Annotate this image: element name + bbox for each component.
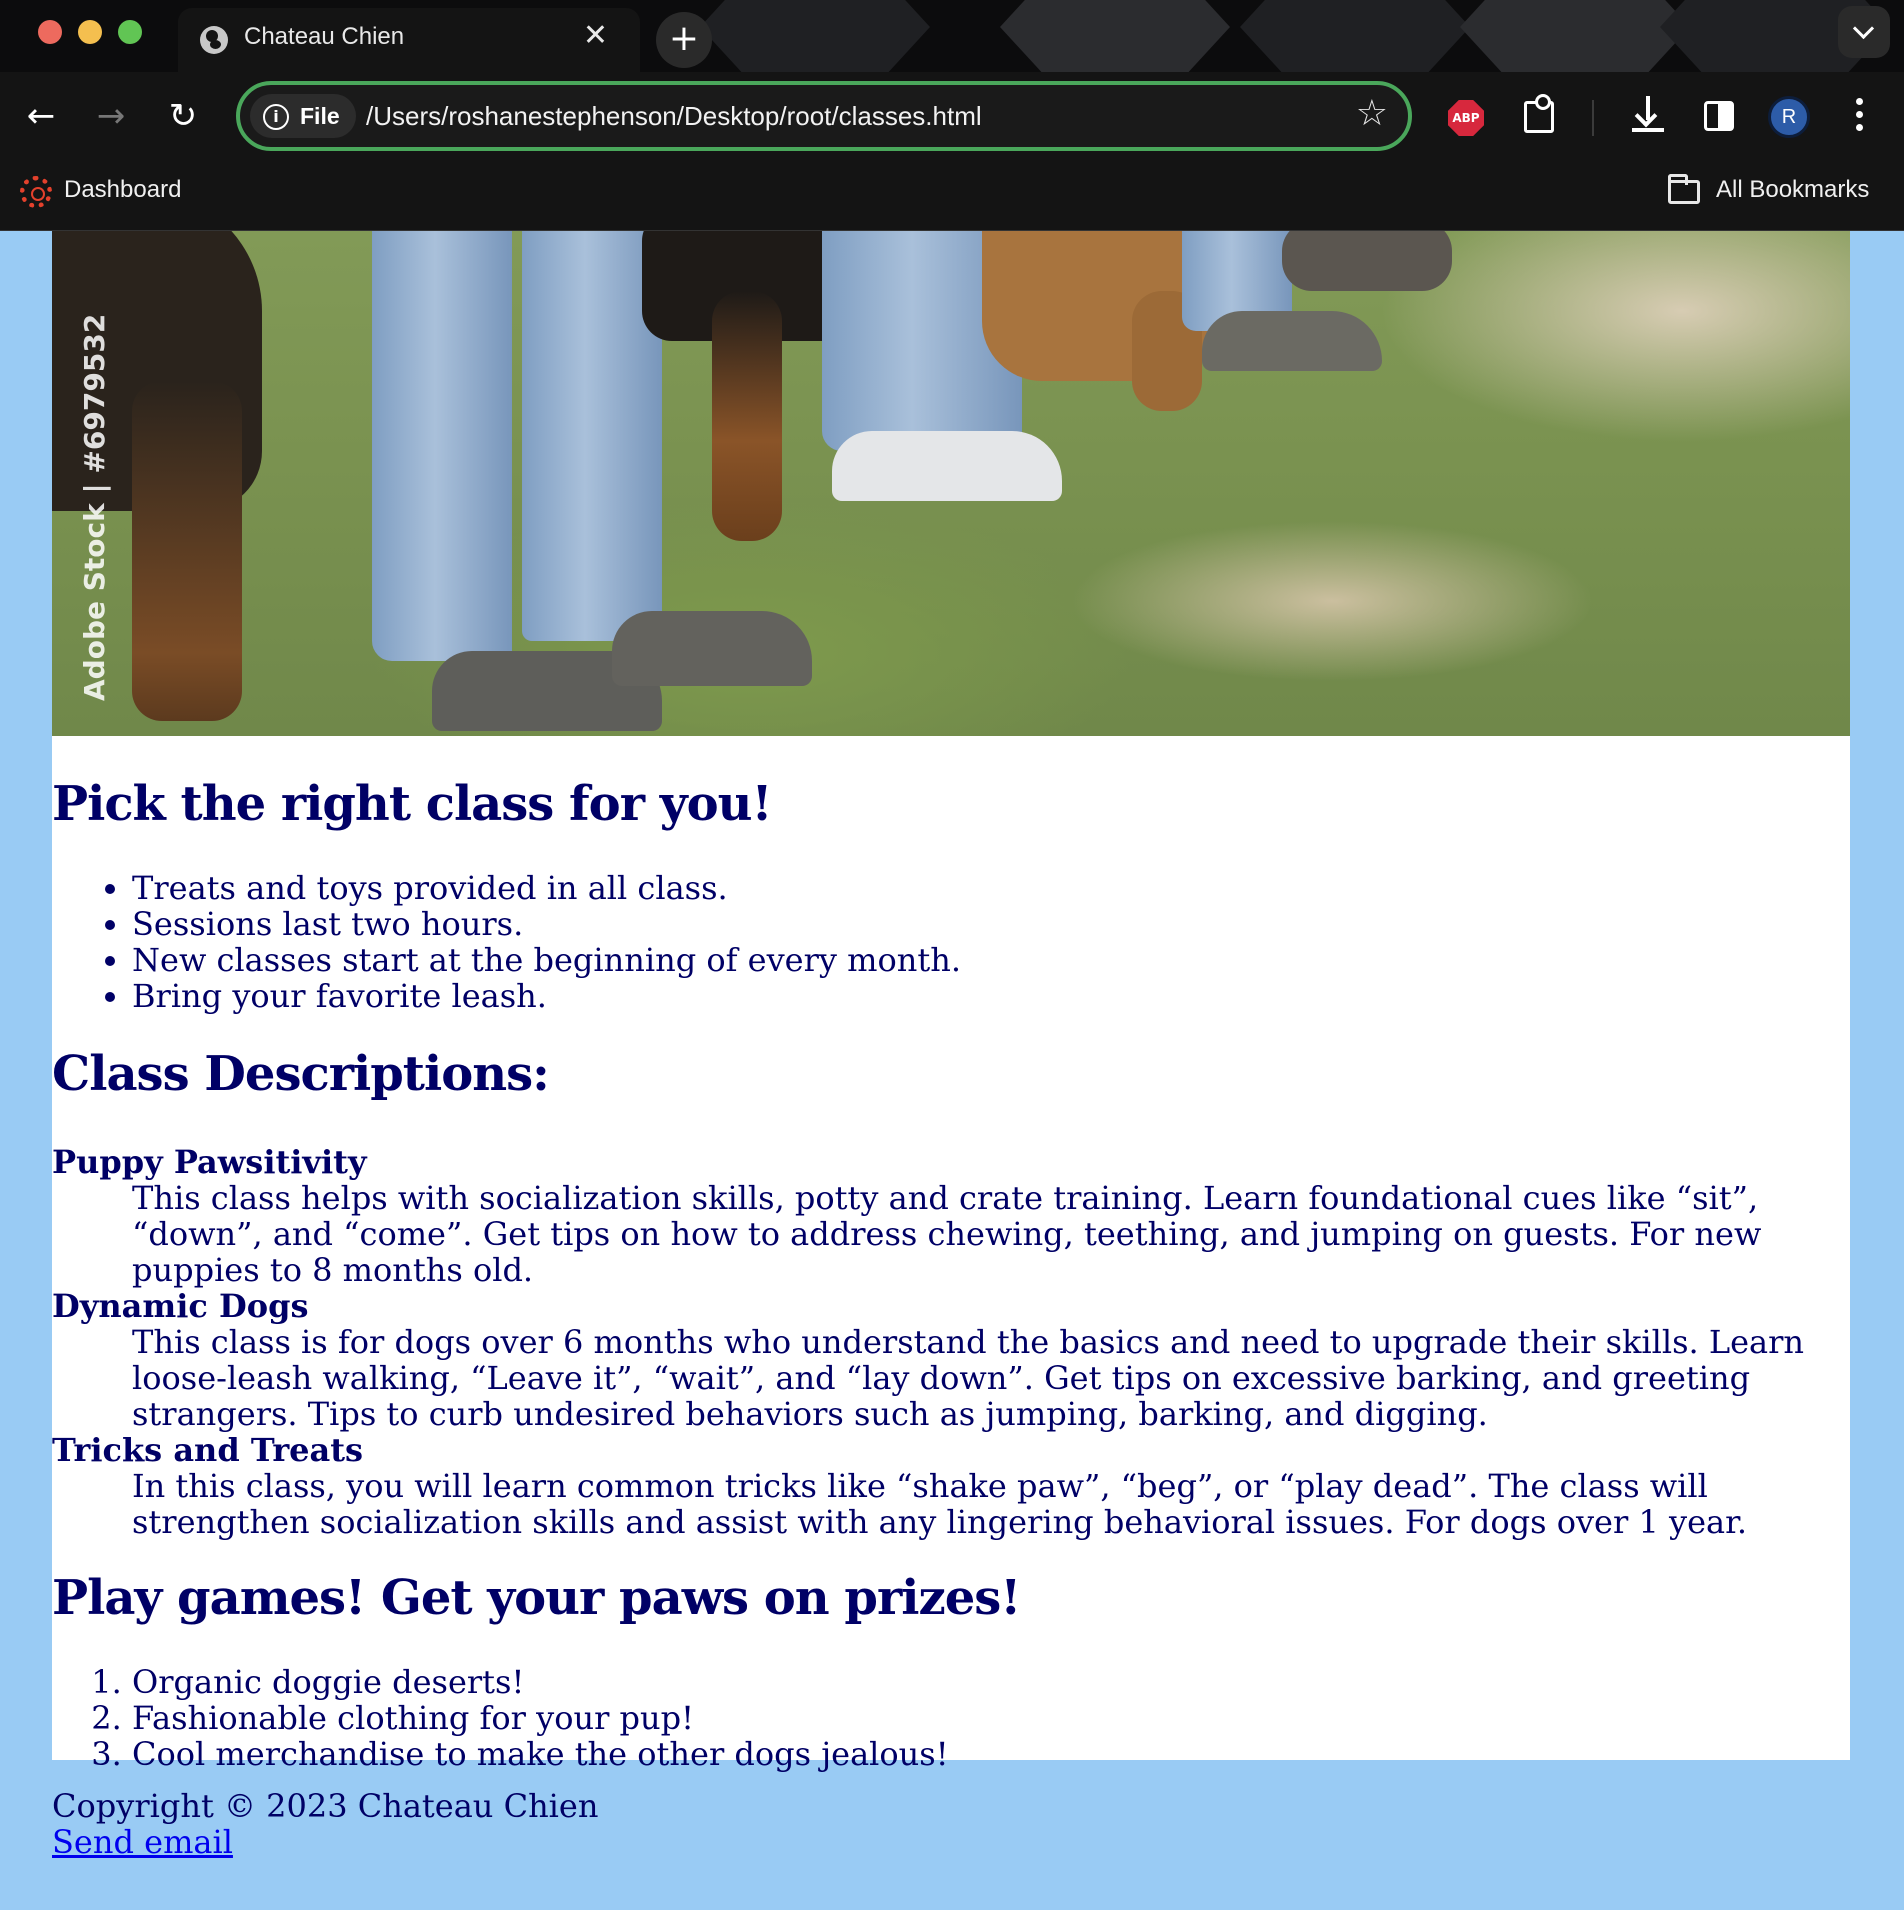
features-list: Treats and toys provided in all class. S… [52, 870, 1850, 1014]
send-email-link[interactable]: Send email [52, 1823, 233, 1861]
list-item: Organic doggie deserts! [132, 1664, 1850, 1700]
class-name: Dynamic Dogs [52, 1287, 309, 1325]
menu-kebab-icon[interactable] [1856, 98, 1864, 138]
heading-pick-class: Pick the right class for you! [52, 776, 773, 832]
canvas-logo-icon [20, 176, 52, 208]
class-description: This class helps with socialization skil… [132, 1179, 1762, 1289]
browser-chrome: Chateau Chien ✕ + ← → ↻ i File /Users/ro… [0, 0, 1904, 231]
list-item: Cool merchandise to make the other dogs … [132, 1736, 1850, 1772]
hero-image: Adobe Stock | #6979532 [52, 231, 1850, 736]
new-tab-button[interactable]: + [656, 12, 712, 68]
class-description: This class is for dogs over 6 months who… [132, 1323, 1805, 1433]
bookmark-star-icon[interactable]: ☆ [1356, 93, 1388, 134]
site-info-chip[interactable]: i File [250, 94, 356, 138]
tab-search-button[interactable] [1838, 6, 1890, 58]
reload-button[interactable]: ↻ [158, 92, 208, 142]
hero-dog-leg [132, 381, 242, 721]
heading-class-descriptions: Class Descriptions: [52, 1046, 550, 1102]
prizes-list: Organic doggie deserts! Fashionable clot… [52, 1664, 1850, 1772]
class-description-list: Puppy Pawsitivity This class helps with … [52, 1144, 1850, 1540]
hero-shoe [1202, 311, 1382, 371]
bookmark-dashboard[interactable]: Dashboard [64, 176, 181, 204]
class-description: In this class, you will learn common tri… [132, 1467, 1748, 1541]
hero-shoe [612, 611, 812, 686]
page-footer: Copyright © 2023 Chateau Chien Send emai… [52, 1788, 598, 1860]
tab-strip: Chateau Chien ✕ + [0, 0, 1904, 72]
theme-decoration [700, 0, 930, 72]
toolbar-divider [1592, 100, 1594, 136]
theme-decoration [1000, 0, 1230, 72]
heading-prizes: Play games! Get your paws on prizes! [52, 1570, 1021, 1626]
bookmarks-bar: Dashboard All Bookmarks [0, 162, 1904, 231]
forward-button[interactable]: → [86, 92, 136, 142]
extensions-puzzle-icon[interactable] [1524, 94, 1554, 133]
theme-decoration [1460, 0, 1690, 72]
url-text[interactable]: /Users/roshanestephenson/Desktop/root/cl… [366, 101, 982, 132]
globe-icon [200, 26, 228, 54]
hero-watermark: Adobe Stock | #6979532 [78, 313, 111, 701]
info-icon: i [263, 104, 289, 130]
close-tab-button[interactable]: ✕ [583, 18, 608, 53]
hero-jeans [372, 231, 512, 661]
theme-decoration [1240, 0, 1470, 72]
list-item: Fashionable clothing for your pup! [132, 1700, 1850, 1736]
class-name: Tricks and Treats [52, 1431, 364, 1469]
class-name: Puppy Pawsitivity [52, 1143, 367, 1181]
hero-shoe [832, 431, 1062, 501]
list-item: Treats and toys provided in all class. [132, 870, 1850, 906]
profile-avatar[interactable]: R [1768, 96, 1810, 138]
back-button[interactable]: ← [16, 92, 66, 142]
tab-chateau-chien[interactable]: Chateau Chien ✕ [178, 8, 640, 72]
minimize-window-button[interactable] [78, 20, 102, 44]
maximize-window-button[interactable] [118, 20, 142, 44]
list-item: Sessions last two hours. [132, 906, 1850, 942]
list-item: Bring your favorite leash. [132, 978, 1850, 1014]
site-info-label: File [300, 103, 340, 129]
tab-title: Chateau Chien [244, 23, 405, 50]
all-bookmarks-button[interactable]: All Bookmarks [1716, 176, 1869, 204]
close-window-button[interactable] [38, 20, 62, 44]
address-bar[interactable]: i File /Users/roshanestephenson/Desktop/… [236, 81, 1412, 151]
copyright-text: Copyright © 2023 Chateau Chien [52, 1787, 599, 1825]
side-panel-icon[interactable] [1704, 101, 1734, 131]
list-item: New classes start at the beginning of ev… [132, 942, 1850, 978]
hero-jeans [522, 231, 662, 641]
download-icon[interactable] [1628, 94, 1668, 138]
folder-icon [1668, 174, 1700, 204]
adblock-extension-icon[interactable]: ABP [1448, 100, 1484, 136]
browser-toolbar: ← → ↻ i File /Users/roshanestephenson/De… [0, 72, 1904, 162]
main-content: Adobe Stock | #6979532 Pick the right cl… [52, 231, 1850, 1772]
hero-dog-leg [712, 291, 782, 541]
hero-dog-body [1282, 231, 1452, 291]
